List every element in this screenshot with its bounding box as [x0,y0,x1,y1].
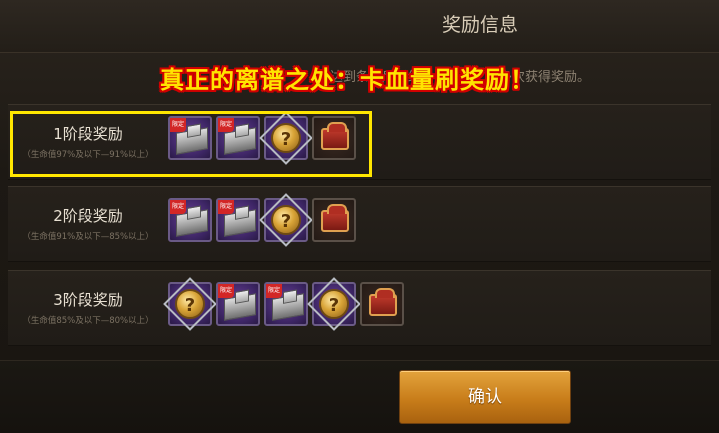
reward-info-dialog: 奖励信息 达到条件后系统自动发放，可多次获得奖励。 1阶段奖励 （生命值97%及… [0,0,719,433]
ticket-reward-icon[interactable]: 限定 [216,282,260,326]
dialog-title: 奖励信息 [441,14,518,36]
title-bar: 奖励信息 [0,0,719,53]
ticket-reward-icon[interactable]: 限定 [216,198,260,242]
tier-row-2: 2阶段奖励 （生命值91%及以下—85%以上） 限定 限定 ? [8,186,711,262]
chest-reward-icon[interactable] [312,198,356,242]
limited-ribbon: 限定 [218,200,234,214]
mystery-coin-reward-icon[interactable]: ? [307,277,361,331]
tier-label: 3阶段奖励 （生命值85%及以下—80%以上） [12,271,164,326]
limited-ribbon: 限定 [266,284,282,298]
bottom-bar [0,360,719,433]
red-chest-icon [369,288,397,316]
ticket-reward-icon[interactable]: 限定 [264,282,308,326]
question-coin-icon: ? [175,289,205,319]
highlight-box [10,111,372,177]
confirm-button[interactable]: 确认 [399,370,571,424]
tier-label: 2阶段奖励 （生命值91%及以下—85%以上） [12,187,164,242]
mystery-coin-reward-icon[interactable]: ? [259,193,313,247]
ticket-reward-icon[interactable]: 限定 [168,198,212,242]
red-chest-icon [321,204,349,232]
tier-name: 2阶段奖励 [53,207,123,225]
chest-reward-icon[interactable] [360,282,404,326]
overlay-caption: 真正的离谱之处：卡血量刷奖励！ [160,66,535,94]
question-coin-icon: ? [271,205,301,235]
tier-condition: （生命值91%及以下—85%以上） [22,232,154,242]
tier-row-3: 3阶段奖励 （生命值85%及以下—80%以上） ? 限定 限定 ? [8,270,711,346]
mystery-coin-reward-icon[interactable]: ? [163,277,217,331]
limited-ribbon: 限定 [170,200,186,214]
limited-ribbon: 限定 [218,284,234,298]
tier-condition: （生命值85%及以下—80%以上） [22,316,154,326]
tier-name: 3阶段奖励 [53,291,123,309]
question-coin-icon: ? [319,289,349,319]
